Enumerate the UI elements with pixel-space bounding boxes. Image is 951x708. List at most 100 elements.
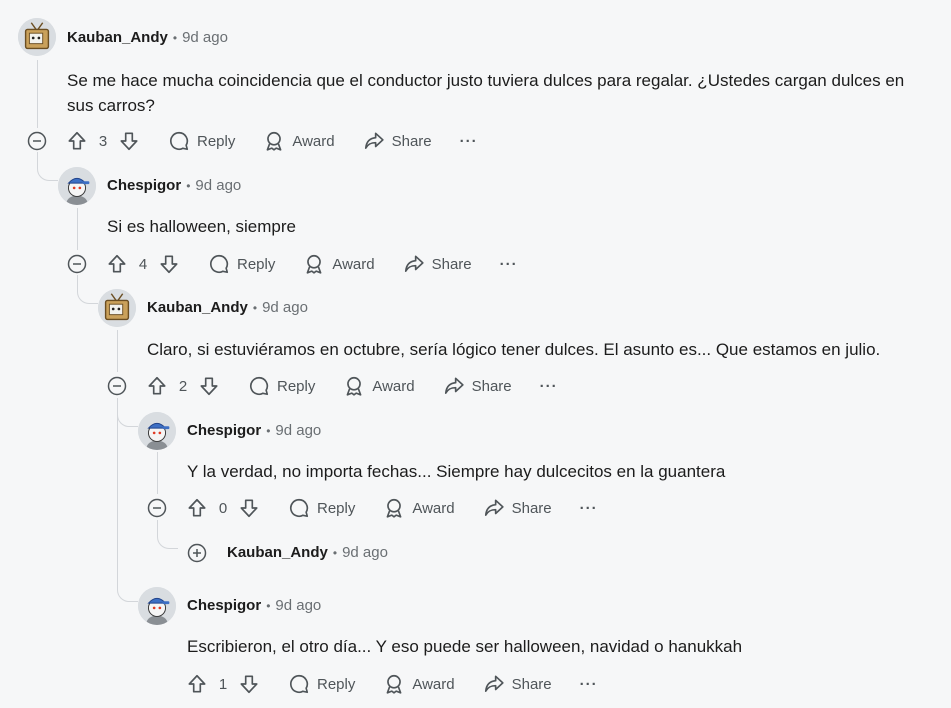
award-button[interactable]: Award [343,375,415,397]
snoo-blue-cap-avatar-icon [58,167,96,205]
downvote-icon[interactable] [198,375,220,397]
award-label: Award [292,132,335,150]
award-button[interactable]: Award [383,673,455,695]
comment-meta: Chespigor • 9d ago [187,422,321,439]
more-options-icon[interactable]: ··· [500,256,518,273]
share-button[interactable]: Share [443,375,512,397]
comment-body: Escribieron, el otro día... Y eso puede … [187,637,743,656]
vote-control: 3 [66,130,140,152]
reply-label: Reply [317,675,356,693]
comment-meta: Chespigor • 9d ago [187,597,321,614]
reply-label: Reply [277,377,316,395]
upvote-icon[interactable] [186,673,208,695]
snoo-blue-cap-avatar-icon [138,412,176,450]
reply-button[interactable]: Reply [288,497,355,519]
timestamp[interactable]: 9d ago [262,299,308,316]
upvote-icon[interactable] [106,253,128,275]
timestamp[interactable]: 9d ago [275,597,321,614]
expand-thread-icon[interactable] [187,543,207,563]
more-options-icon[interactable]: ··· [540,378,558,395]
more-options-icon[interactable]: ··· [460,133,478,150]
avatar[interactable] [138,412,176,450]
comment-actions: 4 Reply Award Share ··· [106,250,518,278]
reply-button[interactable]: Reply [288,673,355,695]
reply-label: Reply [237,255,276,273]
downvote-icon[interactable] [238,497,260,519]
username[interactable]: Kauban_Andy [147,299,248,316]
comment-bubble-icon [250,376,269,396]
username[interactable]: Chespigor [107,177,181,194]
meta-separator: • [332,545,338,560]
award-icon [266,131,282,151]
share-label: Share [511,499,552,517]
collapse-thread-icon[interactable] [107,376,127,396]
meta-separator: • [252,300,258,315]
comment-body: Y la verdad, no importa fechas... Siempr… [187,462,726,481]
award-button[interactable]: Award [303,253,375,275]
downvote-icon[interactable] [238,673,260,695]
comment-bubble-icon [290,498,309,518]
upvote-icon[interactable] [186,497,208,519]
share-button[interactable]: Share [363,130,432,152]
more-options-icon[interactable]: ··· [580,500,598,517]
comment-actions: 3 Reply Award Share ··· [66,127,478,155]
vote-count: 0 [218,499,228,517]
comment-meta: Kauban_Andy • 9d ago [147,299,308,316]
username[interactable]: Chespigor [187,597,261,614]
reply-label: Reply [197,132,236,150]
reply-button[interactable]: Reply [208,253,275,275]
snoo-blue-cap-avatar-icon [138,587,176,625]
comment-actions: 0 Reply Award Share ··· [186,494,598,522]
collapse-thread-icon[interactable] [67,254,87,274]
username[interactable]: Chespigor [187,422,261,439]
reply-label: Reply [317,499,356,517]
timestamp[interactable]: 9d ago [342,544,388,561]
more-options-icon[interactable]: ··· [580,676,598,693]
award-label: Award [412,675,455,693]
reply-button[interactable]: Reply [168,130,235,152]
meta-separator: • [172,30,178,45]
award-button[interactable]: Award [263,130,335,152]
avatar[interactable] [98,289,136,327]
upvote-icon[interactable] [66,130,88,152]
avatar[interactable] [18,18,56,56]
vote-count: 1 [218,675,228,693]
vote-count: 3 [98,132,108,150]
award-label: Award [412,499,455,517]
vote-count: 2 [178,377,188,395]
share-label: Share [511,675,552,693]
comment-bubble-icon [290,674,309,694]
share-button[interactable]: Share [403,253,472,275]
avatar[interactable] [58,167,96,205]
username[interactable]: Kauban_Andy [227,544,328,561]
reply-button[interactable]: Reply [248,375,315,397]
username[interactable]: Kauban_Andy [67,29,168,46]
comment-bubble-icon [170,131,189,151]
timestamp[interactable]: 9d ago [275,422,321,439]
downvote-icon[interactable] [118,130,140,152]
timestamp[interactable]: 9d ago [195,177,241,194]
share-label: Share [431,255,472,273]
award-icon [306,254,322,274]
share-button[interactable]: Share [483,673,552,695]
tv-robot-avatar-icon [98,289,136,327]
collapse-thread-icon[interactable] [147,498,167,518]
award-icon [386,498,402,518]
downvote-icon[interactable] [158,253,180,275]
comment-body: Se me hace mucha coincidencia que el con… [67,71,905,115]
share-button[interactable]: Share [483,497,552,519]
share-arrow-icon [364,132,384,149]
timestamp[interactable]: 9d ago [182,29,228,46]
tv-robot-avatar-icon [18,18,56,56]
award-button[interactable]: Award [383,497,455,519]
comment-bubble-icon [210,254,229,274]
collapse-thread-icon[interactable] [27,131,47,151]
meta-separator: • [266,423,271,438]
award-label: Award [372,377,415,395]
upvote-icon[interactable] [146,375,168,397]
award-icon [346,376,362,396]
comment-meta: Kauban_Andy • 9d ago [227,544,388,561]
vote-control: 4 [106,253,180,275]
avatar[interactable] [138,587,176,625]
vote-control: 1 [186,673,260,695]
